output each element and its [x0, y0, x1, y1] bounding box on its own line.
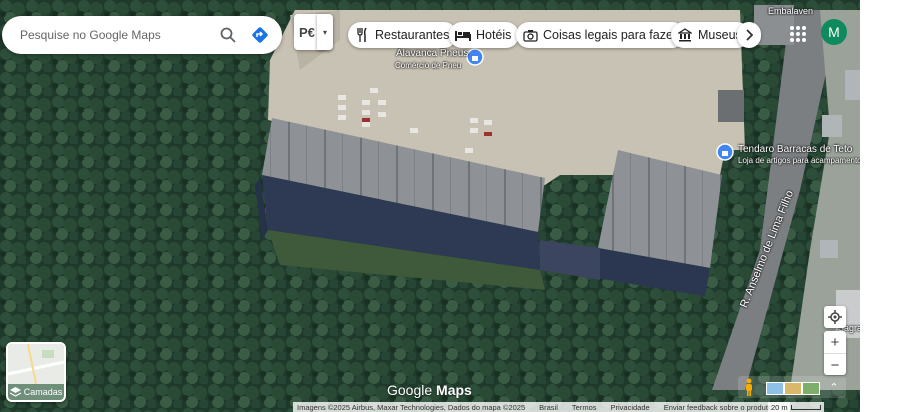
zoom-out-button[interactable]: − — [824, 353, 846, 376]
apps-grid-icon[interactable] — [788, 24, 808, 44]
chip-label: Restaurantes — [375, 28, 450, 42]
poi-pin-icon[interactable] — [716, 143, 734, 161]
imagery-thumb[interactable] — [784, 382, 802, 395]
transport-label: P€ — [299, 24, 315, 40]
poi-category: Comércio de Pneu — [395, 61, 462, 70]
chip-label: Hotéis — [476, 28, 512, 42]
bed-icon — [455, 27, 471, 43]
chip-hotels[interactable]: Hotéis — [449, 22, 520, 48]
country-link[interactable]: Brasil — [539, 403, 558, 412]
map-canvas[interactable]: Alavanca Pneus Comércio de Pneu Tendaro … — [0, 0, 860, 412]
imagery-thumb[interactable] — [802, 382, 820, 395]
chevron-down-icon[interactable]: ▾ — [317, 14, 333, 50]
map-thumbnail — [8, 344, 64, 385]
google-maps-logo: Google Maps — [387, 382, 472, 398]
search-input[interactable]: Pesquise no Google Maps — [2, 28, 212, 42]
poi-name[interactable]: Embalaven — [768, 6, 813, 16]
feedback-link[interactable]: Enviar feedback sobre o produto — [664, 403, 772, 412]
terms-link[interactable]: Termos — [572, 403, 597, 412]
imagery-attribution: Imagens ©2025 Airbus, Maxar Technologies… — [297, 402, 526, 412]
imagery-thumb[interactable] — [766, 382, 784, 395]
chevron-right-icon[interactable] — [737, 22, 761, 48]
poi-name[interactable]: Tendaro Barracas de Teto — [738, 144, 852, 155]
layers-icon — [9, 387, 21, 397]
scale-ruler — [790, 404, 821, 410]
poi-name[interactable]: Alavanca Pneus — [396, 48, 468, 59]
search-icon[interactable] — [212, 19, 244, 51]
poi-pin-icon[interactable] — [466, 48, 484, 66]
attribution-bar: Imagens ©2025 Airbus, Maxar Technologies… — [293, 402, 791, 412]
layers-label: Camadas — [23, 387, 63, 397]
search-box[interactable]: Pesquise no Google Maps — [2, 16, 282, 54]
my-location-button[interactable] — [824, 306, 846, 328]
privacy-link[interactable]: Privacidade — [611, 403, 650, 412]
scale-bar[interactable]: 20 m — [768, 402, 824, 412]
logo-maps: Maps — [436, 382, 472, 398]
pegman-icon[interactable] — [743, 378, 755, 396]
chip-label: Coisas legais para fazer — [543, 28, 678, 42]
locate-icon — [828, 310, 842, 324]
museum-icon — [677, 27, 693, 43]
zoom-controls: + − — [824, 331, 846, 375]
chip-things-to-do[interactable]: Coisas legais para fazer — [516, 22, 686, 48]
scale-label: 20 m — [771, 402, 788, 412]
zoom-in-button[interactable]: + — [824, 331, 846, 353]
poi-category: Loja de artigos para acampamento — [738, 156, 860, 165]
directions-icon[interactable] — [244, 19, 276, 51]
logo-google: Google — [387, 382, 433, 398]
chip-label: Museus — [698, 28, 742, 42]
expand-up-icon[interactable]: ⌃ — [826, 380, 842, 394]
chip-restaurants[interactable]: Restaurantes — [348, 22, 458, 48]
account-avatar[interactable]: M — [821, 19, 847, 45]
fork-knife-icon — [354, 27, 370, 43]
layers-button[interactable]: Camadas — [6, 342, 66, 402]
camera-icon — [522, 27, 538, 43]
